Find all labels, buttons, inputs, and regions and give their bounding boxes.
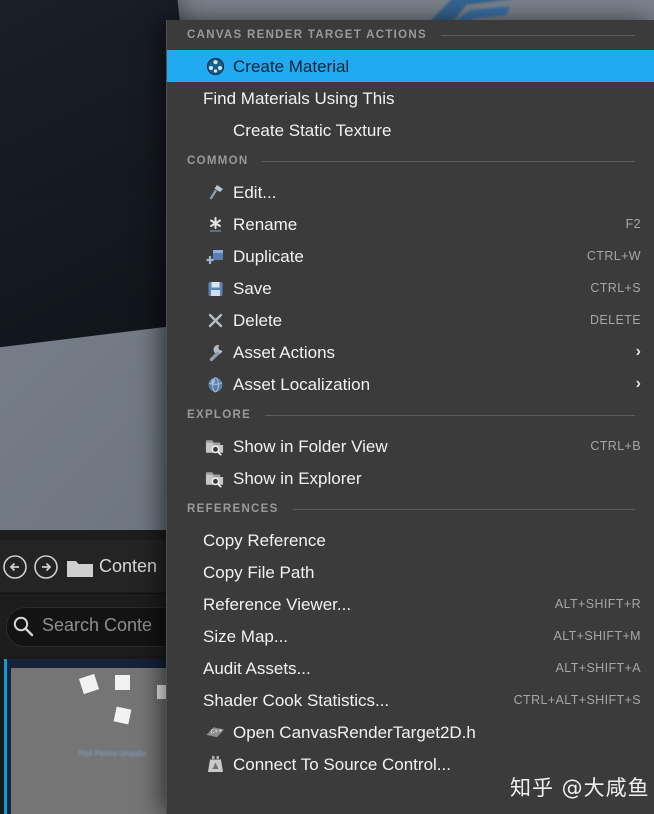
- asset-thumbnail[interactable]: [11, 668, 171, 814]
- context-menu-items: CANVAS RENDER TARGET ACTIONS Create Mate…: [167, 20, 654, 780]
- menu-item-label: Delete: [233, 310, 283, 330]
- menu-section-label: REFERENCES: [187, 503, 279, 515]
- menu-item[interactable]: Show in Explorer: [167, 462, 654, 494]
- checker-texture-icon: [205, 120, 225, 140]
- menu-item[interactable]: Asset Localization ›: [167, 368, 654, 400]
- menu-section-header: EXPLORE: [167, 400, 654, 430]
- search-placeholder: Search Conte: [42, 615, 153, 635]
- delete-x-icon: [205, 310, 225, 330]
- menu-item-label: Save: [233, 278, 272, 298]
- menu-item-label: Connect To Source Control...: [233, 754, 451, 774]
- menu-item[interactable]: Show in Folder View CTRL+B: [167, 430, 654, 462]
- save-floppy-icon: [205, 278, 225, 298]
- menu-item-shortcut: F2: [625, 217, 641, 231]
- folder-search-icon: [205, 468, 225, 488]
- menu-item[interactable]: Save CTRL+S: [167, 272, 654, 304]
- menu-item-label: Open CanvasRenderTarget2D.h: [233, 722, 476, 742]
- menu-section-header: COMMON: [167, 146, 654, 176]
- menu-item-label: Duplicate: [233, 246, 304, 266]
- menu-item[interactable]: Create Material: [167, 50, 654, 82]
- menu-item-label: Create Material: [233, 56, 350, 76]
- duplicate-icon: [205, 246, 225, 266]
- menu-item[interactable]: Create Static Texture: [167, 114, 654, 146]
- svg-text:C++: C++: [210, 727, 223, 735]
- menu-item-label: Show in Folder View: [233, 436, 388, 456]
- menu-item-shortcut: CTRL+S: [590, 281, 641, 295]
- asset-thumbnail-label: Pod Pence Unsubs: [78, 749, 147, 758]
- menu-item-shortcut: ALT+SHIFT+M: [553, 629, 641, 643]
- menu-item-shortcut: ALT+SHIFT+R: [554, 597, 641, 611]
- menu-item[interactable]: Delete DELETE: [167, 304, 654, 336]
- menu-item[interactable]: Duplicate CTRL+W: [167, 240, 654, 272]
- hammer-icon: [205, 182, 225, 202]
- menu-item[interactable]: Copy File Path: [167, 556, 654, 588]
- context-menu[interactable]: CANVAS RENDER TARGET ACTIONS Create Mate…: [166, 20, 654, 814]
- watermark: 知乎 @大咸鱼: [510, 776, 650, 800]
- menu-item-label: Copy Reference: [203, 530, 326, 550]
- menu-item[interactable]: Edit...: [167, 176, 654, 208]
- menu-item[interactable]: Shader Cook Statistics... CTRL+ALT+SHIFT+…: [167, 684, 654, 716]
- menu-item[interactable]: Size Map... ALT+SHIFT+M: [167, 620, 654, 652]
- menu-section-label: COMMON: [187, 155, 249, 167]
- menu-item-label: Edit...: [233, 182, 277, 202]
- rename-asterisk-icon: [205, 214, 225, 234]
- wrench-icon: [205, 342, 225, 362]
- menu-item-label: Reference Viewer...: [203, 594, 352, 614]
- menu-item[interactable]: C++ Open CanvasRenderTarget2D.h: [167, 716, 654, 748]
- menu-item-label: Copy File Path: [203, 562, 315, 582]
- chevron-right-icon: ›: [635, 375, 641, 392]
- menu-item-label: Rename: [233, 214, 298, 234]
- menu-item-shortcut: CTRL+ALT+SHIFT+S: [513, 693, 641, 707]
- menu-item-label: Audit Assets...: [203, 658, 311, 678]
- panel-divider: [0, 593, 170, 594]
- menu-item-label: Shader Cook Statistics...: [203, 690, 390, 710]
- menu-section-rule: [262, 160, 635, 162]
- menu-section-rule: [292, 508, 635, 510]
- breadcrumb[interactable]: Conten: [99, 556, 157, 577]
- menu-section-label: CANVAS RENDER TARGET ACTIONS: [187, 29, 427, 41]
- menu-item-label: Asset Actions: [233, 342, 336, 362]
- menu-item-label: Size Map...: [203, 626, 289, 646]
- menu-section-header: CANVAS RENDER TARGET ACTIONS: [167, 20, 654, 50]
- menu-item[interactable]: Reference Viewer... ALT+SHIFT+R: [167, 588, 654, 620]
- globe-icon: [205, 374, 225, 394]
- menu-item[interactable]: Find Materials Using This: [167, 82, 654, 114]
- menu-section-header: REFERENCES: [167, 494, 654, 524]
- menu-item-label: Find Materials Using This: [203, 88, 395, 108]
- menu-item-label: Asset Localization: [233, 374, 371, 394]
- source-control-icon: [205, 754, 225, 774]
- menu-section-rule: [441, 34, 635, 36]
- menu-item[interactable]: Copy Reference: [167, 524, 654, 556]
- material-sphere-icon: [205, 56, 225, 76]
- menu-item-label: Create Static Texture: [233, 120, 392, 140]
- menu-item[interactable]: Rename F2: [167, 208, 654, 240]
- menu-item[interactable]: Audit Assets... ALT+SHIFT+A: [167, 652, 654, 684]
- menu-item-shortcut: ALT+SHIFT+A: [555, 661, 641, 675]
- search-icon: [12, 615, 34, 642]
- cpp-file-icon: C++: [205, 722, 225, 742]
- menu-section-rule: [265, 414, 635, 416]
- folder-icon: [66, 557, 94, 584]
- forward-arrow-icon[interactable]: [33, 554, 59, 585]
- menu-item-label: Show in Explorer: [233, 468, 362, 488]
- chevron-right-icon: ›: [635, 343, 641, 360]
- back-arrow-icon[interactable]: [2, 554, 28, 585]
- menu-item-shortcut: CTRL+B: [590, 439, 641, 453]
- menu-section-label: EXPLORE: [187, 409, 252, 421]
- menu-item-shortcut: CTRL+W: [586, 249, 641, 263]
- menu-item-shortcut: DELETE: [589, 313, 641, 327]
- menu-item[interactable]: Asset Actions ›: [167, 336, 654, 368]
- folder-search-icon: [205, 436, 225, 456]
